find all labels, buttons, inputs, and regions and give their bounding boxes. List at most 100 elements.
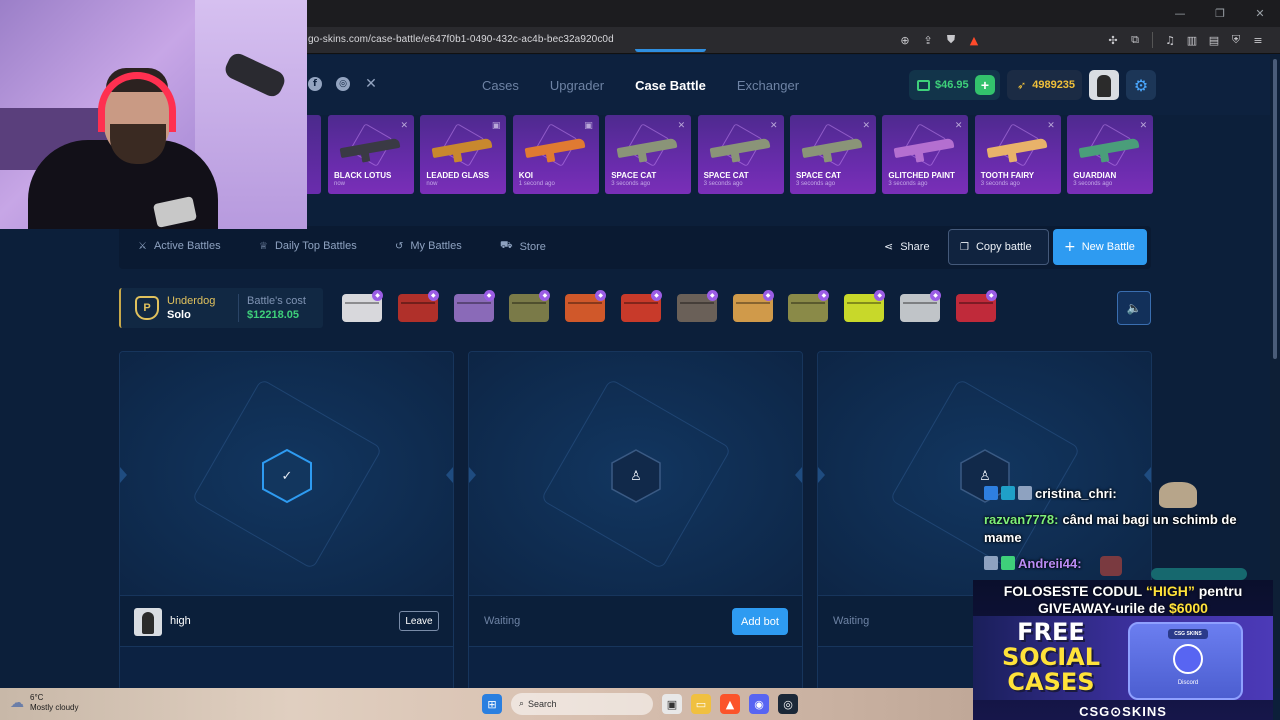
weather-widget[interactable]: ☁ 6°C Mostly cloudy (10, 693, 78, 713)
drop-card[interactable]: ✕ TOOTH FAIRY 3 seconds ago (974, 115, 1061, 194)
gear-icon: ⚙ (1133, 75, 1149, 95)
nav-cases[interactable]: Cases (482, 78, 519, 93)
music-icon[interactable]: ♫ (1161, 31, 1179, 49)
drop-time: now (334, 181, 346, 187)
case-badge-icon: ◆ (372, 290, 383, 301)
drop-name: GUARDIAN (1073, 171, 1117, 180)
settings-button[interactable]: ⚙ (1126, 70, 1156, 100)
file-explorer-icon[interactable]: ▭ (691, 694, 711, 714)
discord-label: Discord (1177, 680, 1199, 686)
leave-button[interactable]: Leave (399, 611, 439, 631)
toolbar-divider (1152, 32, 1153, 48)
drop-name: LEADED GLASS (426, 171, 490, 180)
sidebar-icon[interactable]: ▥ (1183, 31, 1201, 49)
steam-icon[interactable]: ◎ (778, 694, 798, 714)
new-battle-button[interactable]: + New Battle (1053, 229, 1147, 265)
speaker-icon: 🔈 (1126, 301, 1142, 315)
chat-emote (1100, 556, 1122, 576)
drop-card[interactable]: ✕ BLACK LOTUS now (328, 115, 414, 194)
drop-time: 3 seconds ago (796, 181, 836, 187)
promo-overlay: FOLOSESTE CODUL “HIGH” pentru GIVEAWAY-u… (973, 580, 1273, 720)
minimize-icon[interactable]: — (1160, 0, 1200, 27)
player-slot-1: ✓ high Leave (119, 351, 454, 691)
wallet-icon (917, 79, 930, 91)
nav-case-battle[interactable]: Case Battle (635, 49, 706, 93)
share-icon[interactable]: ⇪ (919, 31, 937, 49)
menu-icon[interactable]: ≡ (1249, 31, 1267, 49)
drop-time: 1 second ago (518, 181, 555, 187)
restore-icon[interactable]: ❐ (1200, 0, 1240, 27)
coin-icon: ➶ (1017, 78, 1027, 92)
empty-user-icon: ♙ (610, 448, 662, 504)
add-bot-button[interactable]: Add bot (732, 608, 788, 635)
badge-icon (1001, 486, 1015, 500)
close-icon[interactable]: ✕ (1240, 0, 1280, 27)
battle-type: Solo (167, 309, 191, 321)
cloud-icon: ☁ (10, 695, 24, 711)
tab-icon[interactable]: ⧉ (1126, 31, 1144, 49)
drop-time: 3 seconds ago (888, 181, 928, 187)
my-battles-tab[interactable]: ↺ My Battles (395, 240, 462, 252)
nav-exchanger[interactable]: Exchanger (737, 78, 799, 93)
store-tab[interactable]: ⛟ Store (500, 240, 546, 253)
drop-card[interactable]: ✕ GUARDIAN 3 seconds ago (1067, 115, 1154, 194)
add-funds-button[interactable]: + (975, 75, 995, 95)
task-view-icon[interactable]: ▣ (662, 694, 682, 714)
share-icon: ⋖ (884, 240, 894, 253)
extensions-icon[interactable]: ✣ (1104, 31, 1122, 49)
drop-card[interactable]: ✕ SPACE CAT 3 seconds ago (605, 115, 692, 194)
copy-battle-button[interactable]: ❐ Copy battle (948, 229, 1049, 265)
nav-upgrader[interactable]: Upgrader (550, 78, 604, 93)
x-icon[interactable]: ✕ (364, 76, 378, 92)
discord-icon (1173, 644, 1203, 674)
drop-card[interactable]: ▣ KOI 1 second ago (512, 115, 599, 194)
brave-shields-icon[interactable]: ⛊ (942, 31, 960, 49)
player-avatar[interactable] (134, 608, 162, 636)
promo-cases: CASES (1007, 668, 1095, 696)
active-battles-tab[interactable]: ⚔ Active Battles (138, 240, 221, 252)
promo-free: FREE (1017, 618, 1085, 646)
drop-name: SPACE CAT (796, 171, 842, 180)
extension-icons: ✣ ⧉ ♫ ▥ ▤ ⛨ ≡ (1104, 31, 1267, 49)
drop-card[interactable]: ✕ SPACE CAT 3 seconds ago (697, 115, 784, 194)
daily-top-battles-tab[interactable]: ♕ Daily Top Battles (259, 240, 357, 252)
window-controls: — ❐ ✕ (1160, 0, 1280, 27)
taskbar-search[interactable]: ⌕ Search (511, 693, 653, 715)
chat-message: Andreii44: (984, 556, 1086, 571)
copy-battle-label: Copy battle (975, 241, 1032, 253)
drop-time: now (426, 181, 438, 187)
drop-card[interactable]: ✕ SPACE CAT 3 seconds ago (790, 115, 876, 194)
drop-card[interactable]: ▣ LEADED GLASS now (420, 115, 507, 194)
promo-text: GIVEAWAY-urile de (1038, 600, 1166, 616)
case-badge-icon: ◆ (483, 290, 495, 301)
main-nav: Cases Upgrader Case Battle Exchanger (482, 49, 799, 93)
vpn-icon[interactable]: ⛨ (1227, 31, 1245, 49)
sound-toggle-button[interactable]: 🔈 (1117, 291, 1151, 325)
promo-case-box: CSG SKINS Discord (1128, 622, 1243, 700)
coins-display[interactable]: ➶ 4989235 (1007, 70, 1082, 100)
scrollbar-thumb[interactable] (1273, 59, 1277, 359)
drop-name: TOOTH FAIRY (980, 171, 1035, 180)
battle-cost: $12218.05 (247, 309, 299, 321)
wallet-icon[interactable]: ▤ (1205, 31, 1223, 49)
drop-name: BLACK LOTUS (334, 171, 392, 180)
slot-items-area (469, 646, 802, 690)
drop-tag-icon: ✕ (400, 121, 408, 131)
zoom-icon[interactable]: ⊕ (896, 31, 914, 49)
brave-rewards-icon[interactable]: ▲ (965, 31, 983, 49)
user-avatar[interactable] (1089, 70, 1119, 100)
case-badge-icon: ◆ (427, 290, 439, 301)
url-text[interactable]: go-skins.com/case-battle/e647f0b1-0490-4… (308, 34, 614, 45)
discord-icon[interactable]: ◉ (749, 694, 769, 714)
player-name[interactable]: high (170, 615, 191, 627)
facebook-icon[interactable]: f (308, 77, 322, 91)
instagram-icon[interactable]: ◎ (336, 77, 350, 91)
case-badge-icon: ◆ (930, 290, 941, 301)
drop-tag-icon: ✕ (862, 121, 870, 131)
brave-browser-icon[interactable]: ▲ (720, 694, 740, 714)
share-button[interactable]: ⋖ Share (884, 240, 930, 253)
promo-brand: CSG⊙SKINS (1079, 704, 1167, 719)
windows-start-icon[interactable]: ⊞ (482, 694, 502, 714)
drop-card[interactable]: ✕ GLITCHED PAINT 3 seconds ago (882, 115, 969, 194)
promo-code: “HIGH” (1145, 583, 1195, 599)
